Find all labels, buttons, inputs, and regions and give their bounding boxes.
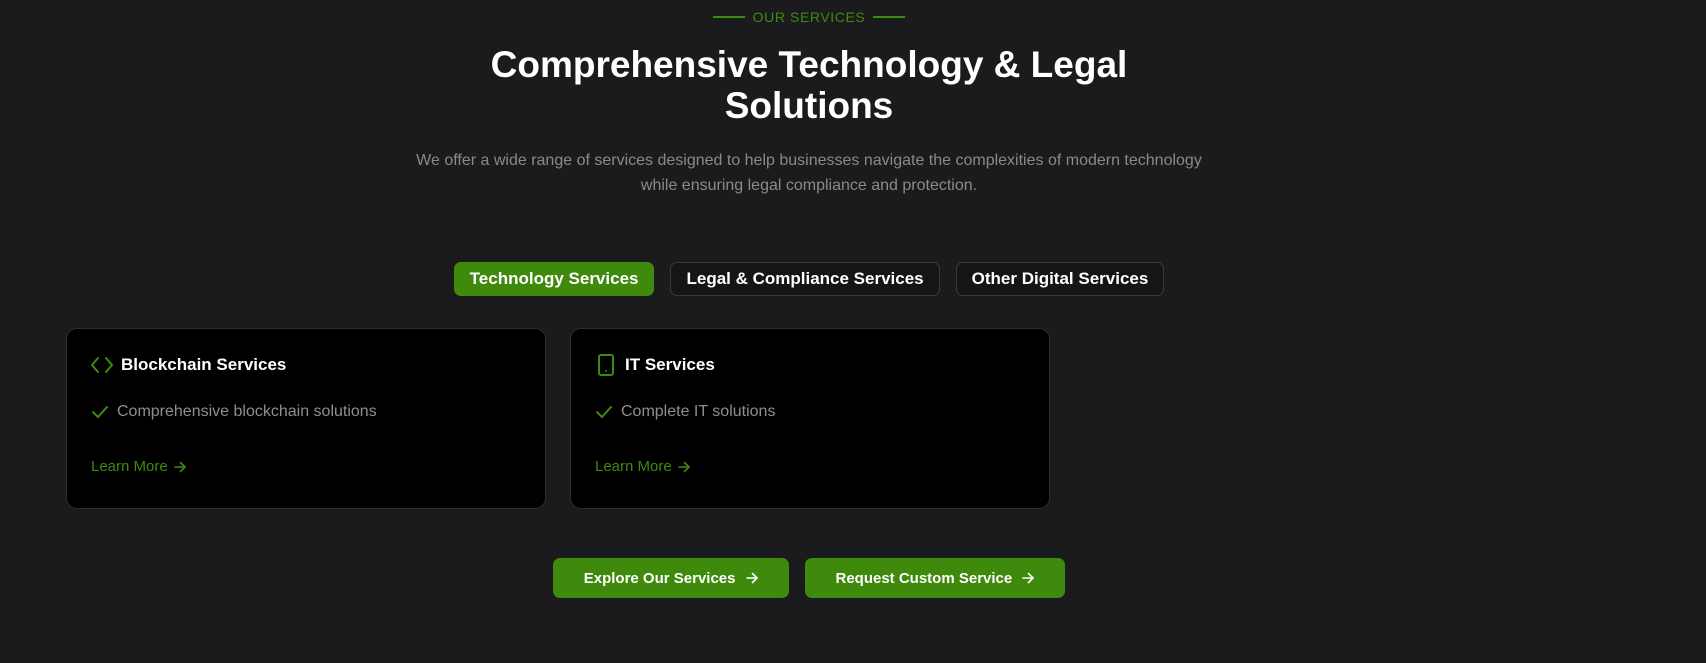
learn-more-label: Learn More [595,458,672,475]
feature-text: Complete IT solutions [621,403,776,420]
tab-other-digital-services[interactable]: Other Digital Services [955,262,1165,296]
card-feature: Comprehensive blockchain solutions [91,403,377,421]
service-tabs: Technology Services Legal & Compliance S… [0,262,1618,296]
card-header: Blockchain Services [91,354,286,376]
explore-services-button[interactable]: Explore Our Services [552,558,789,598]
eyebrow-label: OUR SERVICES [752,9,866,25]
section-title: Comprehensive Technology & Legal Solutio… [490,44,1128,126]
eyebrow-rule-right [873,16,906,18]
request-custom-service-label: Request Custom Service [835,569,1013,587]
section-eyebrow: OUR SERVICES [0,9,1618,25]
code-icon [91,354,113,376]
check-icon [595,403,613,421]
learn-more-link[interactable]: Learn More [595,458,690,475]
card-feature: Complete IT solutions [595,403,775,421]
arrow-right-icon [173,461,186,473]
card-title: Blockchain Services [121,355,287,374]
section-subtitle: We offer a wide range of services design… [416,152,1202,194]
arrow-right-icon [1022,572,1035,584]
learn-more-link[interactable]: Learn More [91,458,186,475]
request-custom-service-button[interactable]: Request Custom Service [804,558,1066,598]
smartphone-icon [595,354,617,376]
tab-legal-compliance-services[interactable]: Legal & Compliance Services [670,262,940,296]
arrow-right-icon [745,572,758,584]
card-title: IT Services [625,355,715,374]
card-header: IT Services [595,354,715,376]
eyebrow-rule-left [712,16,745,18]
service-card-blockchain: Blockchain Services Comprehensive blockc… [66,328,546,509]
service-card-it: IT Services Complete IT solutions Learn … [570,328,1050,509]
learn-more-label: Learn More [91,458,168,475]
check-icon [91,403,109,421]
explore-services-label: Explore Our Services [583,569,736,587]
services-section: OUR SERVICES Comprehensive Technology & … [0,0,1706,663]
feature-text: Comprehensive blockchain solutions [117,403,377,420]
cta-row: Explore Our Services Request Custom Serv… [0,558,1618,598]
arrow-right-icon [677,461,690,473]
tab-technology-services[interactable]: Technology Services [453,262,655,296]
